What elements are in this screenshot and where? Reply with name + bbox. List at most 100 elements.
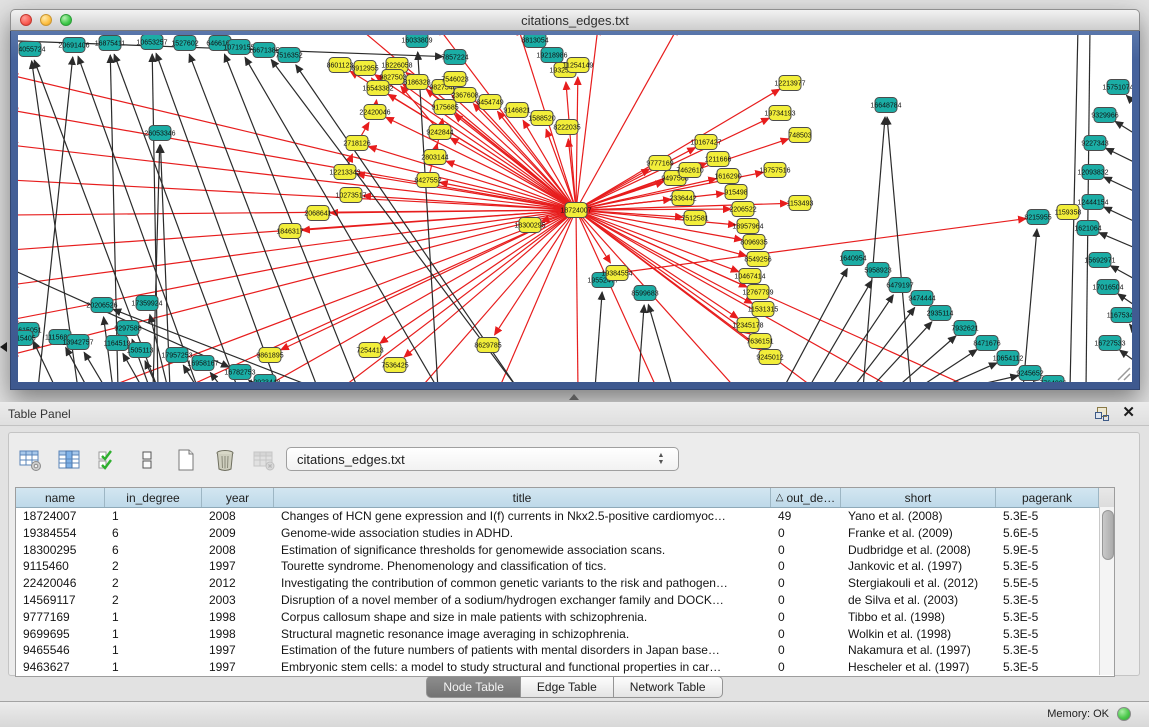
cell-year[interactable]: 1997 <box>202 558 274 575</box>
graph-edge[interactable] <box>189 54 318 382</box>
delete-table-button[interactable] <box>251 447 277 473</box>
graph-node[interactable]: 1505113 <box>127 343 154 358</box>
graph-edge[interactable] <box>566 82 576 210</box>
cell-short[interactable]: Stergiakouli et al. (2012) <box>841 575 996 592</box>
cell-year[interactable]: 2009 <box>202 525 274 542</box>
panel-splitter-handle[interactable] <box>569 394 579 400</box>
table-row[interactable]: 1872400712008Changes of HCN gene express… <box>16 508 1114 525</box>
cell-out_de[interactable]: 49 <box>771 508 841 525</box>
graph-edge[interactable] <box>617 219 1026 273</box>
cell-in_degree[interactable]: 2 <box>105 592 202 609</box>
graph-node[interactable]: 8629785 <box>474 338 501 353</box>
cell-in_degree[interactable]: 1 <box>105 609 202 626</box>
cell-out_de[interactable]: 0 <box>771 525 841 542</box>
graph-edge[interactable] <box>887 117 911 382</box>
cell-pagerank[interactable]: 5.9E-5 <box>996 542 1099 559</box>
graph-node[interactable]: 16648784 <box>870 98 901 113</box>
cell-name[interactable]: 18300295 <box>16 542 105 559</box>
close-panel-icon[interactable]: ✕ <box>1122 406 1135 420</box>
cell-year[interactable]: 1998 <box>202 609 274 626</box>
graph-node[interactable]: 10273517 <box>335 188 366 203</box>
cell-short[interactable]: Jankovic et al. (1997) <box>841 558 996 575</box>
column-header-year[interactable]: year <box>202 488 274 507</box>
table-row[interactable]: 1830029562008Estimation of significance … <box>16 542 1114 559</box>
graph-edge[interactable] <box>1104 177 1132 194</box>
graph-edge[interactable] <box>938 363 997 382</box>
graph-edge[interactable] <box>808 280 872 382</box>
graph-edge[interactable] <box>783 269 847 382</box>
column-header-name[interactable]: name <box>16 488 105 507</box>
cell-out_de[interactable]: 0 <box>771 592 841 609</box>
graph-node[interactable]: 8215955 <box>1024 210 1051 225</box>
cell-year[interactable]: 1997 <box>202 659 274 676</box>
graph-node[interactable]: 7857224 <box>441 50 468 65</box>
graph-node[interactable]: 12767799 <box>742 285 773 300</box>
graph-node[interactable]: 12093832 <box>1077 165 1108 180</box>
new-column-button[interactable] <box>173 447 199 473</box>
graph-node[interactable]: 12444154 <box>1077 195 1108 210</box>
graph-node[interactable]: 2068641 <box>304 206 331 221</box>
cell-name[interactable]: 18724007 <box>16 508 105 525</box>
graph-edge[interactable] <box>1106 148 1132 165</box>
graph-edge[interactable] <box>18 210 576 215</box>
cell-title[interactable]: Corpus callosum shape and size in male p… <box>274 609 771 626</box>
cell-in_degree[interactable]: 2 <box>105 575 202 592</box>
cell-short[interactable]: Franke et al. (2009) <box>841 525 996 542</box>
graph-node[interactable]: 1211666 <box>705 152 732 167</box>
cell-short[interactable]: de Silva et al. (2003) <box>841 592 996 609</box>
graph-node[interactable]: 17359924 <box>131 296 162 311</box>
cell-title[interactable]: Estimation of the future numbers of pati… <box>274 642 771 659</box>
graph-node[interactable]: 9474444 <box>908 291 935 306</box>
cell-pagerank[interactable]: 5.3E-5 <box>996 642 1099 659</box>
graph-node[interactable]: 16033809 <box>401 35 432 48</box>
graph-node[interactable]: 12213977 <box>774 76 805 91</box>
graph-node[interactable]: 5958923 <box>864 263 891 278</box>
graph-edge[interactable] <box>18 145 576 210</box>
graph-node[interactable]: 22420046 <box>359 105 390 120</box>
graph-node[interactable]: 7932621 <box>951 321 978 336</box>
cell-pagerank[interactable]: 5.3E-5 <box>996 609 1099 626</box>
graph-node[interactable]: 9227343 <box>1081 136 1108 151</box>
graph-node[interactable]: 10167427 <box>690 135 721 150</box>
graph-node[interactable]: 2803144 <box>421 150 448 165</box>
cell-in_degree[interactable]: 6 <box>105 542 202 559</box>
cell-short[interactable]: Tibbo et al. (1998) <box>841 609 996 626</box>
cell-title[interactable]: Genome-wide association studies in ADHD. <box>274 525 771 542</box>
graph-node[interactable]: 9777169 <box>646 156 673 171</box>
cell-pagerank[interactable]: 5.6E-5 <box>996 525 1099 542</box>
graph-edge[interactable] <box>84 352 106 382</box>
cell-year[interactable]: 2008 <box>202 508 274 525</box>
cell-in_degree[interactable]: 2 <box>105 558 202 575</box>
graph-node[interactable]: 1846317 <box>276 224 303 239</box>
graph-node[interactable]: 26053346 <box>144 126 175 141</box>
graph-node[interactable]: 11531315 <box>748 302 779 317</box>
table-mode-button[interactable] <box>17 447 43 473</box>
graph-edge[interactable] <box>1104 207 1132 224</box>
scrollbar-thumb[interactable] <box>1102 510 1114 560</box>
graph-edge[interactable] <box>895 336 956 382</box>
column-header-short[interactable]: short <box>841 488 996 507</box>
graph-node[interactable]: 2718126 <box>343 136 370 151</box>
cell-name[interactable]: 9463627 <box>16 659 105 676</box>
graph-node[interactable]: 9175685 <box>431 100 458 115</box>
graph-node[interactable]: 16958167 <box>187 356 218 371</box>
table-row[interactable]: 1456911722003Disruption of a novel membe… <box>16 592 1114 609</box>
cell-title[interactable]: Structural magnetic resonance image aver… <box>274 626 771 643</box>
show-columns-button[interactable] <box>56 447 82 473</box>
cell-name[interactable]: 9465546 <box>16 642 105 659</box>
cell-short[interactable]: Wolkin et al. (1998) <box>841 626 996 643</box>
cell-out_de[interactable]: 0 <box>771 575 841 592</box>
rows-button[interactable] <box>134 447 160 473</box>
cell-out_de[interactable]: 0 <box>771 609 841 626</box>
graph-edge[interactable] <box>638 305 644 382</box>
cell-name[interactable]: 9699695 <box>16 626 105 643</box>
graph-node[interactable]: 18757516 <box>759 163 790 178</box>
cell-short[interactable]: Hescheler et al. (1997) <box>841 659 996 676</box>
graph-node[interactable]: 16543382 <box>362 81 393 96</box>
graph-node[interactable]: 18957964 <box>732 219 763 234</box>
graph-node[interactable]: 8813054 <box>521 35 548 48</box>
graph-node[interactable]: 18724007 <box>560 203 591 218</box>
graph-node[interactable]: 8096935 <box>740 235 767 250</box>
graph-node[interactable]: 1616290 <box>714 169 741 184</box>
graph-node[interactable]: 7536425 <box>381 358 408 373</box>
